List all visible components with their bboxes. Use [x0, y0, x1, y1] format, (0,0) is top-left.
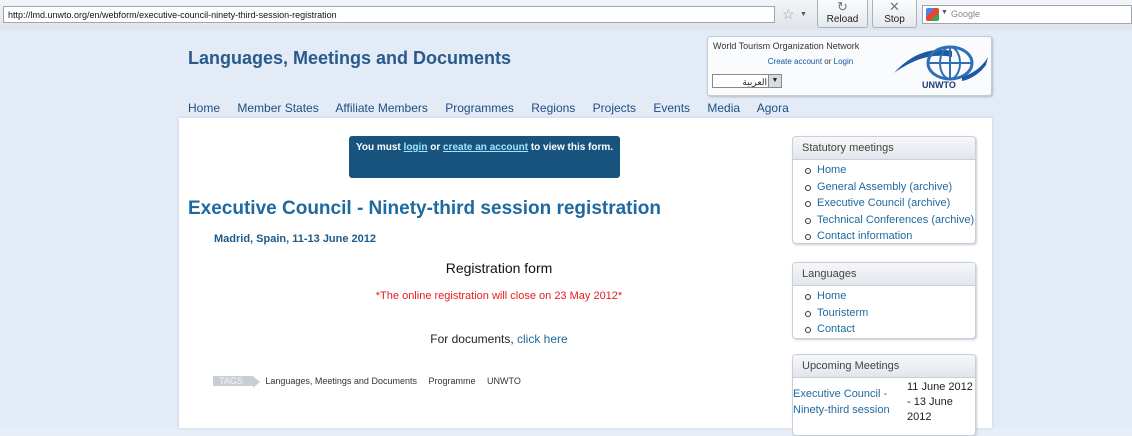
- history-dropdown-icon[interactable]: ▼: [800, 11, 807, 18]
- stop-icon: ✕: [889, 0, 900, 14]
- notice-or: or: [430, 142, 441, 153]
- sidebar-link[interactable]: Contact information: [805, 228, 975, 243]
- logo-text: UNWTO: [922, 80, 956, 90]
- search-placeholder: Google: [951, 9, 981, 19]
- main-nav: Home Member States Affiliate Members Pro…: [188, 101, 803, 115]
- tag-link[interactable]: Languages, Meetings and Documents: [265, 376, 417, 386]
- nav-member-states[interactable]: Member States: [237, 101, 318, 115]
- nav-affiliate-members[interactable]: Affiliate Members: [335, 101, 427, 115]
- stop-label: Stop: [884, 14, 905, 25]
- meeting-row: Executive Council - Ninety-third session…: [793, 378, 975, 428]
- sidebar-link[interactable]: Technical Conferences (archive): [805, 212, 975, 229]
- registration-close-note: *The online registration will close on 2…: [375, 290, 623, 302]
- tags-bar: TAGS Languages, Meetings and Documents P…: [213, 376, 530, 388]
- main-content: You must login or create an account to v…: [179, 118, 992, 436]
- address-bar[interactable]: http://lmd.unwto.org/en/webform/executiv…: [3, 6, 775, 23]
- nav-agora[interactable]: Agora: [757, 101, 789, 115]
- form-title: Registration form: [445, 260, 553, 276]
- statutory-meetings-list: Home General Assembly (archive) Executiv…: [793, 162, 975, 243]
- event-subtitle: Madrid, Spain, 11-13 June 2012: [214, 233, 377, 245]
- languages-box: Languages Home Touristerm Contact: [792, 262, 976, 339]
- nav-regions[interactable]: Regions: [531, 101, 575, 115]
- or-text: or: [824, 57, 832, 66]
- notice-prefix: You must: [355, 142, 401, 153]
- notice-create-account-link[interactable]: create an account: [443, 142, 528, 153]
- meeting-date: 11 June 2012 - 13 June 2012: [907, 381, 973, 423]
- languages-list: Home Touristerm Contact: [793, 288, 975, 338]
- upcoming-meetings-title: Upcoming Meetings: [793, 355, 975, 378]
- select-arrow-icon: ▼: [768, 75, 781, 87]
- search-box[interactable]: ▼ Google: [922, 5, 1132, 24]
- google-icon[interactable]: [926, 8, 939, 21]
- statutory-meetings-title: Statutory meetings: [793, 137, 975, 160]
- nav-programmes[interactable]: Programmes: [445, 101, 514, 115]
- language-selected: العربية: [742, 77, 767, 87]
- search-engine-dropdown-icon[interactable]: ▼: [941, 9, 948, 16]
- site-title[interactable]: Languages, Meetings and Documents: [188, 48, 511, 69]
- reload-button[interactable]: ↻ Reload: [817, 0, 868, 28]
- languages-title: Languages: [793, 263, 975, 286]
- tag-link[interactable]: UNWTO: [487, 376, 521, 386]
- documents-line: For documents, click here: [179, 332, 819, 346]
- nav-media[interactable]: Media: [707, 101, 740, 115]
- network-box: World Tourism Organization Network Creat…: [707, 36, 992, 96]
- create-account-link[interactable]: Create account: [768, 57, 822, 66]
- reload-icon: ↻: [837, 0, 848, 14]
- account-links: Create account or Login: [708, 57, 913, 66]
- sidebar-link[interactable]: Touristerm: [805, 305, 975, 322]
- statutory-meetings-box: Statutory meetings Home General Assembly…: [792, 136, 976, 244]
- tags-label: TAGS: [213, 376, 260, 388]
- browser-toolbar: http://lmd.unwto.org/en/webform/executiv…: [0, 0, 1132, 31]
- stop-button[interactable]: ✕ Stop: [872, 0, 917, 28]
- page-title: Executive Council - Ninety-third session…: [188, 198, 661, 219]
- sidebar-link[interactable]: Executive Council (archive): [805, 195, 975, 212]
- documents-link[interactable]: click here: [517, 332, 568, 346]
- sidebar-link[interactable]: General Assembly (archive): [805, 179, 975, 196]
- nav-events[interactable]: Events: [653, 101, 690, 115]
- sidebar-link[interactable]: Home: [805, 288, 975, 305]
- network-title: World Tourism Organization Network: [713, 41, 860, 51]
- sidebar-link[interactable]: Home: [805, 162, 975, 179]
- docs-prefix: For documents,: [430, 332, 514, 346]
- notice-login-link[interactable]: login: [404, 142, 428, 153]
- web-page: Languages, Meetings and Documents World …: [0, 30, 1132, 436]
- tag-link[interactable]: Programme: [428, 376, 475, 386]
- bookmark-star-icon[interactable]: ☆: [782, 6, 795, 23]
- nav-projects[interactable]: Projects: [593, 101, 636, 115]
- login-notice: You must login or create an account to v…: [349, 136, 620, 178]
- login-link[interactable]: Login: [834, 57, 854, 66]
- nav-home[interactable]: Home: [188, 101, 220, 115]
- upcoming-meetings-box: Upcoming Meetings Executive Council - Ni…: [792, 354, 976, 436]
- language-select[interactable]: العربية ▼: [712, 74, 782, 88]
- reload-label: Reload: [826, 14, 859, 25]
- meeting-link[interactable]: Executive Council - Ninety-third session: [793, 386, 900, 418]
- notice-suffix: to view this form.: [530, 142, 614, 153]
- sidebar-link[interactable]: Contact: [805, 321, 975, 338]
